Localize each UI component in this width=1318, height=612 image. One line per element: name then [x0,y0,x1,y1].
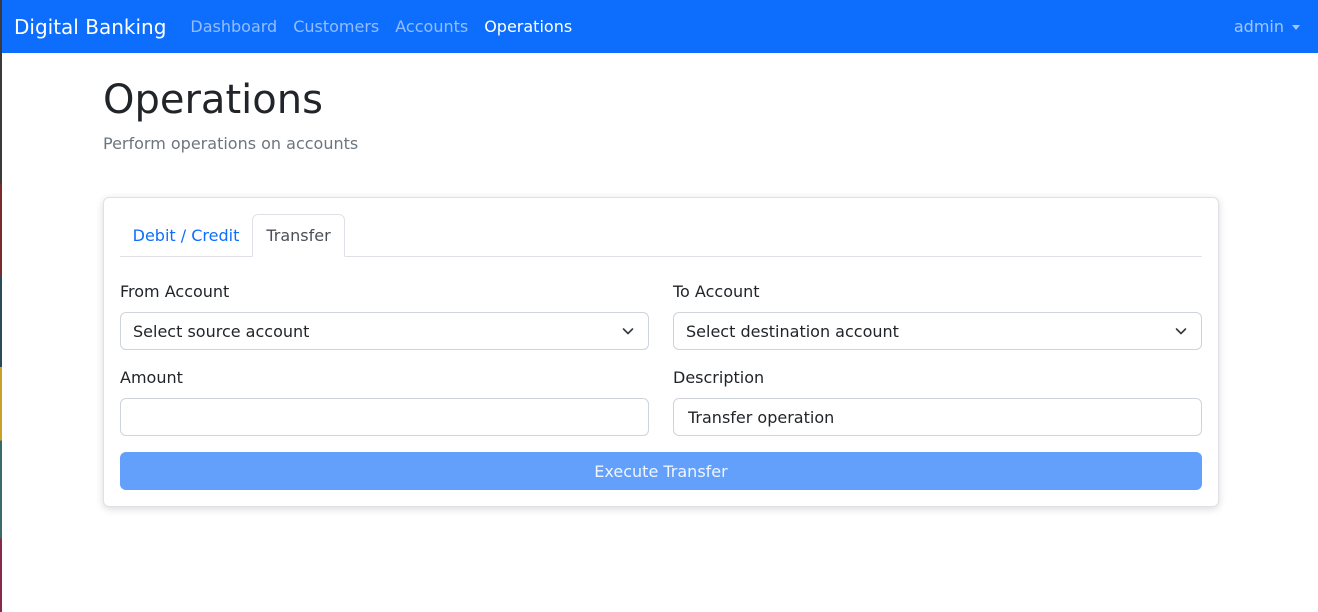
description-input[interactable] [686,406,1189,428]
chevron-down-icon [622,328,634,335]
caret-down-icon [1292,25,1300,30]
tab-debit-credit[interactable]: Debit / Credit [120,214,252,256]
page-subtitle: Perform operations on accounts [103,134,359,153]
from-account-select[interactable]: Select source account [120,312,649,350]
window-edge [0,0,2,612]
brand-link[interactable]: Digital Banking [14,15,166,39]
page-title: Operations [103,77,323,123]
from-account-value: Select source account [133,321,310,341]
to-account-value: Select destination account [686,321,899,341]
amount-field-wrapper [120,398,649,436]
to-account-select[interactable]: Select destination account [673,312,1202,350]
chevron-down-icon [1175,328,1187,335]
operation-tabs: Debit / Credit Transfer [120,214,1202,257]
operations-card: Debit / Credit Transfer From Account Sel… [103,197,1219,507]
user-name: admin [1233,17,1284,36]
nav-link-operations[interactable]: Operations [484,17,572,36]
from-account-label: From Account [120,282,230,301]
nav-link-dashboard[interactable]: Dashboard [190,17,277,36]
description-field-wrapper [673,398,1202,436]
to-account-label: To Account [673,282,760,301]
amount-input[interactable] [133,406,636,428]
nav-link-customers[interactable]: Customers [293,17,379,36]
description-label: Description [673,368,765,387]
execute-transfer-button[interactable]: Execute Transfer [120,452,1202,490]
top-navbar: Digital Banking Dashboard Customers Acco… [2,0,1318,53]
tab-transfer[interactable]: Transfer [252,214,345,257]
amount-label: Amount [120,368,183,387]
user-menu-dropdown[interactable]: admin [1234,17,1300,36]
nav-link-accounts[interactable]: Accounts [395,17,468,36]
